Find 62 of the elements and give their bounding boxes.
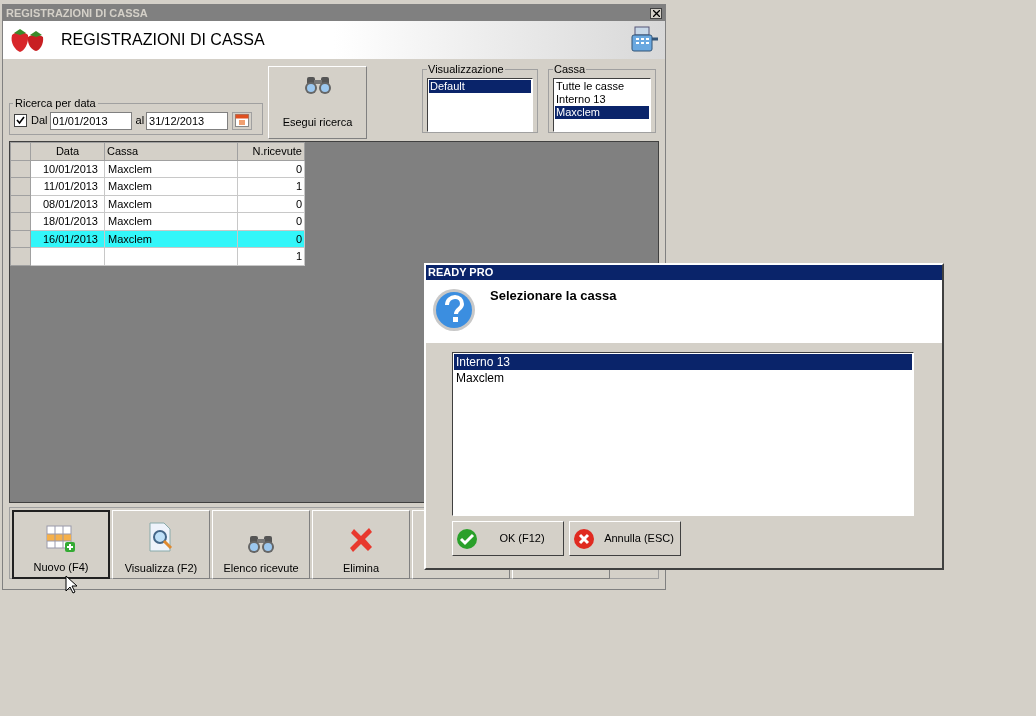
group-label: Visualizzazione (427, 62, 505, 77)
list-item[interactable]: Maxclem (454, 370, 912, 386)
table-cell: Maxclem (108, 197, 152, 210)
table-cell: Maxclem (108, 232, 152, 245)
table-cell: 0 (295, 162, 302, 175)
calendar-icon (235, 114, 250, 127)
register-list[interactable]: Tutte le casse Interno 13 Maxclem (553, 77, 651, 132)
list-item[interactable]: Interno 13 (454, 354, 912, 370)
toolbar-button[interactable]: Nuovo (F4) (12, 510, 110, 579)
table-cell: 11/01/2013 (43, 180, 98, 192)
toolbar-button[interactable]: Visualizza (F2) (112, 510, 210, 579)
to-date-field[interactable]: 31/12/2013 (146, 111, 229, 130)
dialog-button[interactable]: OK (F12) (452, 521, 564, 556)
check-icon (16, 116, 25, 125)
header-title: REGISTRAZIONI DI CASSA (61, 30, 266, 50)
dialog-message: Selezionare la cassa (490, 287, 617, 305)
table-cell: Maxclem (108, 162, 152, 175)
register-choice-list[interactable]: Interno 13 Maxclem (452, 352, 914, 516)
dialog-title: READY PRO (428, 265, 494, 281)
search-button[interactable]: Esegui ricerca (268, 66, 367, 139)
calendar-button[interactable] (232, 111, 253, 130)
binoculars-icon (302, 75, 333, 95)
grid-plus-icon (46, 524, 76, 553)
table-cell: 0 (295, 232, 302, 245)
column-header[interactable]: Cassa (104, 142, 238, 160)
cancel-circle-icon (573, 527, 595, 550)
column-header[interactable]: Data (30, 142, 105, 160)
view-list[interactable]: Default (427, 77, 533, 132)
dialog-button[interactable]: Annulla (ESC) (569, 521, 681, 556)
group-label: Cassa (553, 62, 587, 77)
table-cell: 1 (295, 180, 302, 192)
list-item[interactable]: Maxclem (555, 105, 649, 119)
table-cell: 08/01/2013 (42, 197, 98, 210)
list-item[interactable]: Default (429, 79, 531, 93)
table-cell: Maxclem (108, 180, 152, 192)
list-item[interactable]: Interno 13 (555, 92, 649, 106)
toolbar-button[interactable]: Elimina (312, 510, 410, 579)
date-checkbox[interactable] (14, 114, 27, 127)
table-cell: Maxclem (108, 215, 152, 227)
toolbar-button[interactable]: Elenco ricevute (212, 510, 310, 579)
table-cell: 1 (295, 250, 302, 262)
close-icon (652, 9, 660, 17)
checkbox-label: Dal (31, 113, 48, 129)
from-date-field[interactable]: 01/01/2013 (49, 111, 132, 130)
table-cell: 0 (295, 197, 302, 210)
table-cell: 18/01/2013 (42, 215, 98, 227)
to-label: al (135, 113, 145, 129)
question-icon (432, 288, 476, 332)
column-header[interactable]: N.ricevute (237, 142, 305, 160)
list-item[interactable]: Tutte le casse (555, 79, 649, 93)
table-cell: 16/01/2013 (42, 232, 98, 245)
table-cell: 0 (295, 215, 302, 227)
document-search-icon (147, 521, 175, 554)
mouse-cursor-icon (65, 575, 77, 594)
check-circle-icon (456, 527, 478, 550)
cash-register-icon (629, 25, 659, 55)
row-indicator-header (10, 142, 31, 160)
close-button[interactable] (650, 7, 662, 19)
binoculars-icon (246, 533, 276, 554)
table-cell: 10/01/2013 (42, 162, 98, 175)
window-title: REGISTRAZIONI DI CASSA (6, 5, 148, 21)
group-label: Ricerca per data (14, 96, 97, 111)
